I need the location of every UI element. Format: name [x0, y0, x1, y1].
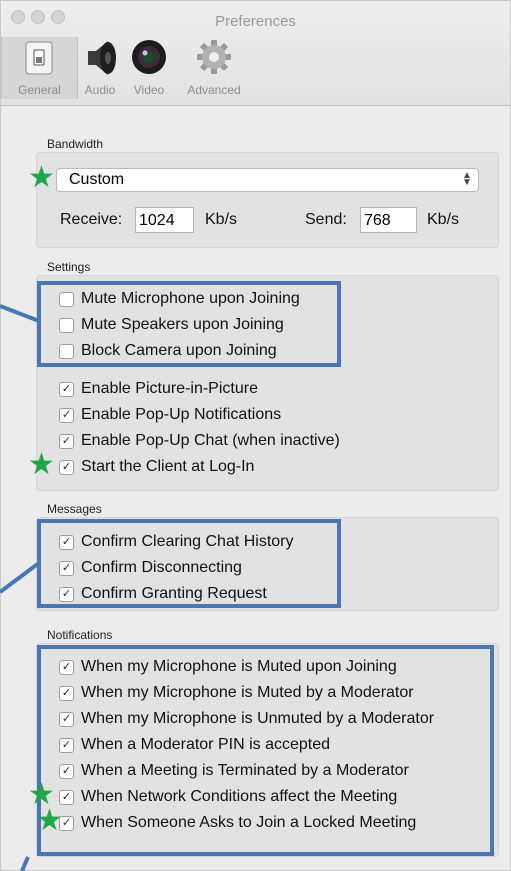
annotation-pointer-lines [0, 304, 41, 871]
pointer-line-join-options [0, 304, 40, 323]
star-icon: ★ [28, 448, 55, 481]
pointer-line-notifications [20, 856, 30, 871]
pointer-line-messages [0, 561, 41, 594]
star-icon: ★ [36, 804, 63, 837]
star-icon: ★ [28, 161, 55, 194]
